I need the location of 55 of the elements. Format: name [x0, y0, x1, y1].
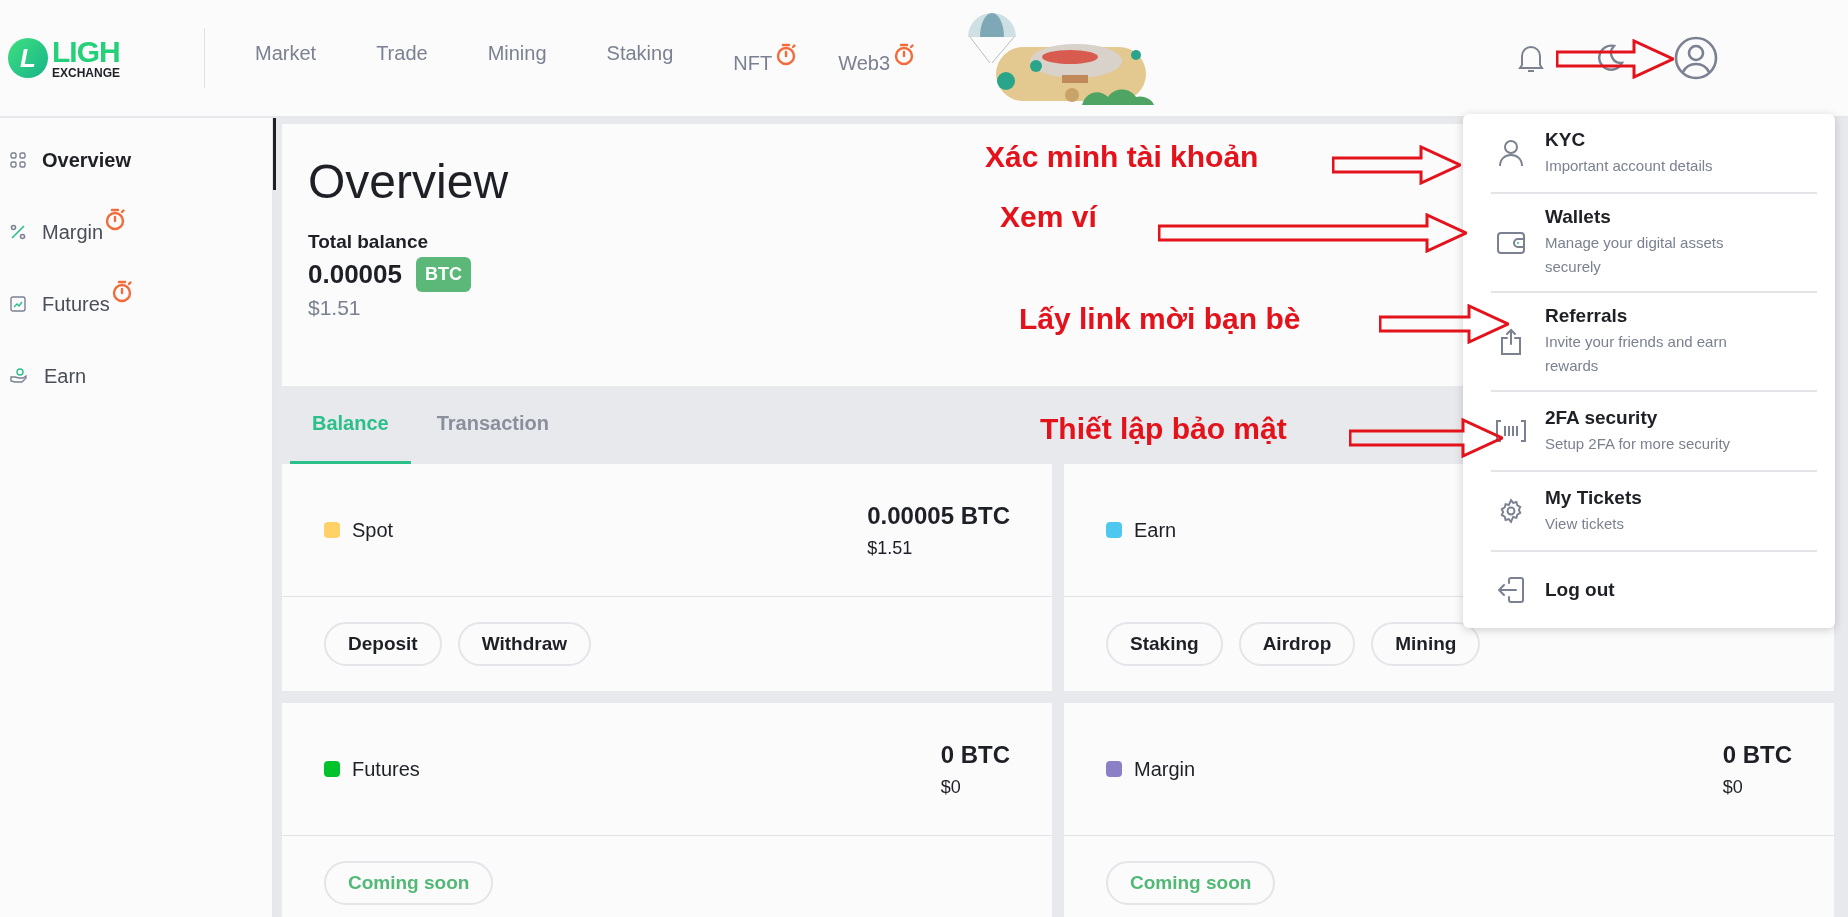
logo-mark: L [8, 38, 48, 78]
user-avatar-icon[interactable] [1674, 36, 1718, 80]
nav-link[interactable]: Trade [376, 41, 428, 75]
wallet-amount: 0 BTC [1722, 740, 1792, 769]
nav-link[interactable]: Web3 [838, 41, 891, 75]
sidebar-item[interactable]: Futures [0, 268, 272, 340]
nav-link[interactable]: Market [255, 41, 317, 75]
nav-link[interactable]: Mining [487, 41, 547, 75]
share-icon [1499, 327, 1523, 356]
nav-link[interactable]: NFT [733, 41, 773, 75]
sidebar-item[interactable]: Overview [0, 124, 272, 196]
currency-badge: BTC [416, 257, 471, 292]
menu-item[interactable]: Referrals Invite your friends and earn rewards [1491, 293, 1817, 392]
barcode-scan-icon [1496, 420, 1526, 442]
sidebar-item[interactable]: Margin [0, 196, 272, 268]
menu-item[interactable]: My Tickets View tickets [1491, 472, 1817, 552]
action-button[interactable]: Staking [1106, 622, 1223, 666]
wallet-name: Futures [352, 757, 420, 781]
logo-subtitle: EXCHANGE [52, 67, 120, 79]
sidebar-item[interactable]: Earn [0, 340, 272, 412]
annotation-text: Xác minh tài khoản [985, 140, 1259, 174]
wallet-name: Margin [1134, 757, 1196, 781]
bell-icon[interactable] [1518, 43, 1544, 73]
balance-usd: $1.51 [308, 296, 361, 320]
wallet-icon [1497, 230, 1525, 255]
nav-link[interactable]: Staking [606, 41, 674, 75]
annotation-text: Lấy link mời bạn bè [1019, 302, 1301, 336]
hand-coin-icon [10, 368, 28, 384]
page-title: Overview [308, 154, 509, 209]
menu-item[interactable]: Log out [1491, 552, 1817, 628]
menu-item[interactable]: Wallets Manage your digital assets securely [1491, 194, 1817, 293]
grid-icon [10, 152, 26, 168]
annotation-text: Xem ví [1000, 200, 1097, 234]
user-icon [1498, 139, 1524, 167]
balance-amount: 0.00005 [308, 259, 402, 290]
logout-icon [1497, 577, 1525, 603]
action-button[interactable]: Airdrop [1238, 622, 1356, 666]
menu-item[interactable]: 2FA security Setup 2FA for more security [1491, 392, 1817, 472]
balance-label: Total balance [308, 231, 428, 253]
wallet-usd: $1.51 [867, 537, 914, 559]
logo-name: LIGH [52, 37, 120, 67]
action-button[interactable]: Mining [1371, 622, 1481, 666]
action-button[interactable]: Deposit [324, 622, 442, 666]
annotation-text: Thiết lập bảo mật [1040, 412, 1287, 446]
wallet-usd: $0 [940, 776, 962, 798]
percent-icon [10, 224, 26, 240]
menu-item[interactable]: KYC Important account details [1491, 114, 1817, 194]
settings-icon [1498, 498, 1524, 524]
wallet-name: Spot [352, 518, 394, 542]
chart-icon [10, 296, 26, 312]
wallet-name: Earn [1134, 518, 1177, 542]
wallet-amount: 0.00005 BTC [867, 501, 1010, 530]
wallet-usd: $0 [1722, 776, 1744, 798]
action-button[interactable]: Withdraw [457, 622, 591, 666]
wallet-amount: 0 BTC [940, 740, 1010, 769]
